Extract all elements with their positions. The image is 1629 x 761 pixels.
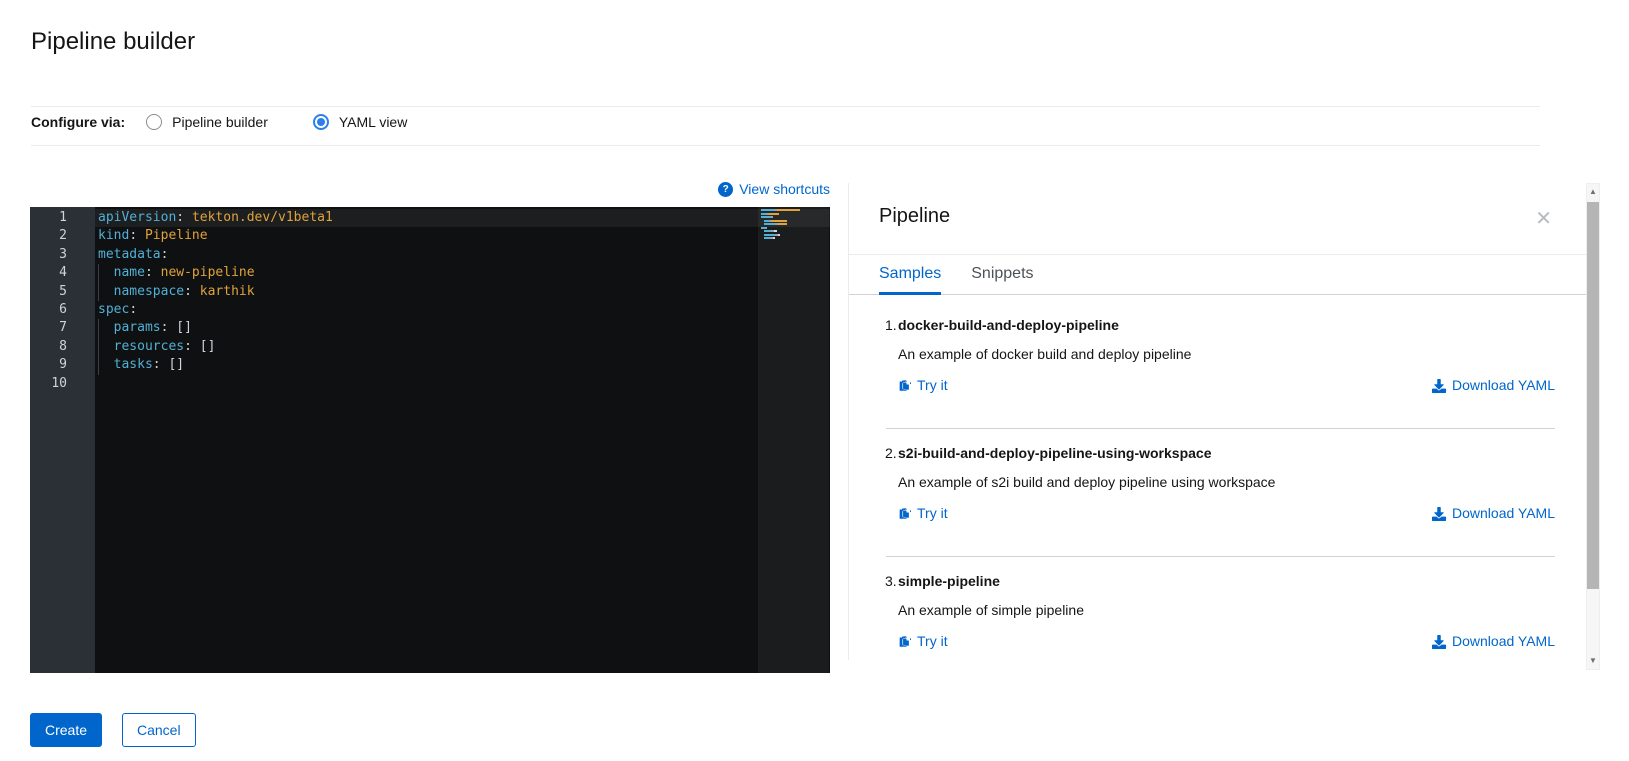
scrollbar-thumb[interactable] [1587,202,1599,589]
download-yaml-label: Download YAML [1452,375,1555,396]
sample-description: An example of s2i build and deploy pipel… [898,472,1555,493]
code-line: params: [] [98,319,830,337]
panel-tabs: Samples Snippets [849,255,1586,295]
sample-description: An example of simple pipeline [898,600,1555,621]
create-button[interactable]: Create [30,713,102,747]
sample-description: An example of docker build and deploy pi… [898,344,1555,365]
minimap-line [761,220,829,222]
scrollbar-down-arrow[interactable]: ▼ [1587,656,1599,666]
sample-links-row: Try it Download YAML [898,503,1555,524]
tab-snippets[interactable]: Snippets [971,256,1033,295]
code-line: kind: Pipeline [98,227,830,245]
code-line: namespace: karthik [98,283,830,301]
radio-yaml-view-label: YAML view [339,114,407,130]
sample-name: simple-pipeline [898,571,1555,592]
view-shortcuts-link[interactable]: ? View shortcuts [30,181,830,197]
line-number: 2 [30,227,95,245]
minimap-line [761,216,829,218]
close-icon: ✕ [1535,208,1552,230]
paste-icon [898,507,911,521]
minimap-line [761,227,829,229]
sample-index: 1. [885,315,897,336]
line-number: 5 [30,283,95,301]
minimap-line [761,223,829,225]
radio-circle-icon [146,114,162,130]
code-line: resources: [] [98,338,830,356]
sample-item: 2.s2i-build-and-deploy-pipeline-using-wo… [886,429,1555,557]
line-number: 8 [30,338,95,356]
panel-close-button[interactable]: ✕ [1531,207,1556,231]
pipeline-builder-page: Pipeline builder Configure via: Pipeline… [0,0,1629,761]
samples-list: 1.docker-build-and-deploy-pipeline An exa… [886,301,1555,660]
radio-pipeline-builder-label: Pipeline builder [172,114,268,130]
question-circle-icon: ? [718,182,733,197]
sample-name: s2i-build-and-deploy-pipeline-using-work… [898,443,1555,464]
panel-header: Pipeline ✕ [849,183,1586,255]
line-number: 9 [30,356,95,374]
header-divider [31,106,1540,107]
try-it-label: Try it [917,375,948,396]
scrollbar-up-arrow[interactable]: ▲ [1587,187,1599,197]
line-number: 3 [30,246,95,264]
minimap-line [761,213,829,215]
tab-samples[interactable]: Samples [879,256,941,295]
download-icon [1432,379,1446,393]
try-it-label: Try it [917,631,948,652]
pipeline-sidebar-panel: Pipeline ✕ Samples Snippets 1.docker-buil… [848,183,1586,660]
indent-guide [98,319,99,375]
line-number: 7 [30,319,95,337]
download-yaml-link[interactable]: Download YAML [1432,375,1555,396]
radio-circle-selected-icon [313,114,329,130]
yaml-editor[interactable]: 12345678910 apiVersion: tekton.dev/v1bet… [30,207,830,673]
sample-links-row: Try it Download YAML [898,375,1555,396]
download-yaml-link[interactable]: Download YAML [1432,503,1555,524]
sample-index: 2. [885,443,897,464]
download-yaml-label: Download YAML [1452,631,1555,652]
download-yaml-link[interactable]: Download YAML [1432,631,1555,652]
radio-pipeline-builder[interactable]: Pipeline builder [146,114,268,130]
cancel-button[interactable]: Cancel [122,713,196,747]
minimap-line [761,230,829,232]
code-line: apiVersion: tekton.dev/v1beta1 [95,209,830,227]
code-line: tasks: [] [98,356,830,374]
code-line: spec: [98,301,830,319]
line-number: 6 [30,301,95,319]
sample-item: 1.docker-build-and-deploy-pipeline An exa… [886,301,1555,429]
line-number: 1 [30,209,95,227]
code-line: metadata: [98,246,830,264]
minimap-line [761,237,829,239]
code-line: name: new-pipeline [98,264,830,282]
configure-via-label: Configure via: [31,114,125,130]
configure-via-row: Configure via: Pipeline builder YAML vie… [31,110,1531,134]
panel-title: Pipeline [879,205,950,228]
indent-guide [98,264,99,301]
editor-gutter: 12345678910 [30,207,95,673]
download-yaml-label: Download YAML [1452,503,1555,524]
sample-name: docker-build-and-deploy-pipeline [898,315,1555,336]
paste-icon [898,635,911,649]
minimap-line [761,241,829,243]
page-title: Pipeline builder [31,28,195,56]
radio-yaml-view[interactable]: YAML view [313,114,407,130]
code-line [98,375,830,393]
minimap-line [761,234,829,236]
line-number: 4 [30,264,95,282]
try-it-link[interactable]: Try it [898,503,948,524]
sample-item: 3.simple-pipeline An example of simple pi… [886,557,1555,660]
sample-index: 3. [885,571,897,592]
view-shortcuts-label: View shortcuts [739,181,830,197]
sample-links-row: Try it Download YAML [898,631,1555,652]
editor-minimap[interactable] [758,207,829,673]
editor-code-area[interactable]: apiVersion: tekton.dev/v1beta1kind: Pipe… [95,207,830,673]
panel-scrollbar[interactable]: ▲ ▼ [1586,183,1600,670]
paste-icon [898,379,911,393]
try-it-link[interactable]: Try it [898,631,948,652]
download-icon [1432,635,1446,649]
try-it-label: Try it [917,503,948,524]
try-it-link[interactable]: Try it [898,375,948,396]
download-icon [1432,507,1446,521]
line-number: 10 [30,375,95,393]
configure-divider [31,145,1540,146]
minimap-line [761,209,829,211]
